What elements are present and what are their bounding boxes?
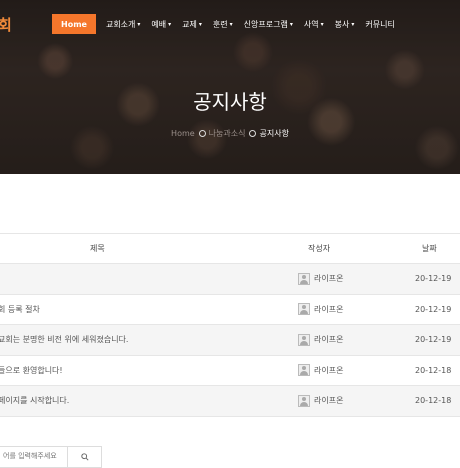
post-author: 라이프온 [298,325,343,355]
user-avatar-icon [298,303,310,316]
post-title-link[interactable]: 들으로 환영합니다! [0,356,63,386]
post-date: 20-12-19 [415,274,452,284]
author-name: 라이프온 [314,396,344,406]
search-input[interactable] [0,447,69,465]
user-avatar-icon [298,333,310,346]
author-name: 라이프온 [314,304,344,314]
nav-label: 교제 [182,19,197,29]
table-row[interactable]: 들으로 환영합니다! 라이프온 20-12-18 [0,356,460,386]
breadcrumb-home-link[interactable]: Home [171,129,195,138]
column-header-title: 제목 [90,244,105,253]
post-author: 라이프온 [298,356,343,386]
site-logo[interactable]: 회 [0,14,12,35]
post-author: 라이프온 [298,295,343,325]
nav-item-training[interactable]: 훈련 ▾ [213,19,233,30]
notice-table: 제목 작성자 날짜 라이프온 20-12-19 회 등록 절차 라이프온 20-… [0,233,460,417]
nav-item-ministry[interactable]: 사역 ▾ [304,19,324,30]
search-button[interactable] [67,447,102,467]
chevron-down-icon: ▾ [198,20,202,28]
table-row[interactable]: 회 등록 절차 라이프온 20-12-19 [0,295,460,325]
breadcrumb-section-link[interactable]: 나눔과소식 [209,129,246,138]
nav-item-service[interactable]: 봉사 ▾ [335,19,355,30]
author-name: 라이프온 [314,365,344,375]
post-author: 라이프온 [298,386,343,416]
post-date: 20-12-19 [415,335,452,345]
chevron-down-icon: ▾ [229,20,233,28]
nav-label: 사역 [303,19,319,29]
table-header-row: 제목 작성자 날짜 [0,233,460,264]
post-title-link[interactable]: 회 등록 절차 [0,295,40,325]
nav-label: 교회소개 [105,19,136,29]
circle-separator-icon [249,130,257,137]
post-date: 20-12-18 [415,365,452,375]
table-row[interactable]: 라이프온 20-12-19 [0,264,460,295]
nav-label: 신앙프로그램 [243,19,288,29]
nav-label: Home [61,19,87,29]
breadcrumb: Home 나눔과소식 공지사항 [0,128,460,139]
chevron-down-icon: ▾ [137,20,141,28]
post-date: 20-12-18 [415,396,452,406]
chevron-down-icon: ▾ [320,20,324,28]
nav-label: 훈련 [212,19,228,29]
nav-item-worship[interactable]: 예배 ▾ [151,19,171,30]
post-title-link[interactable]: 교회는 분명한 비전 위에 세워졌습니다. [0,325,128,355]
nav-item-home[interactable]: Home [52,14,96,34]
chevron-down-icon: ▾ [289,20,293,28]
board-search [0,446,102,468]
post-author: 라이프온 [298,264,343,294]
nav-item-fellowship[interactable]: 교제 ▾ [182,19,202,30]
page-banner: 회 Home 교회소개 ▾ 예배 ▾ 교제 ▾ 훈련 ▾ 신앙프로그램 ▾ 사역 ▾ 봉사 ▾… [0,0,460,174]
circle-separator-icon [198,130,206,137]
user-avatar-icon [298,364,310,377]
author-name: 라이프온 [314,274,344,284]
table-row[interactable]: 교회는 분명한 비전 위에 세워졌습니다. 라이프온 20-12-19 [0,325,460,356]
user-avatar-icon [298,272,310,285]
breadcrumb-current: 공지사항 [259,129,289,138]
chevron-down-icon: ▾ [168,20,172,28]
column-header-author: 작성자 [308,244,331,253]
nav-label: 커뮤니티 [365,19,395,29]
nav-label: 봉사 [334,19,350,29]
chevron-down-icon: ▾ [351,20,355,28]
post-date: 20-12-19 [415,304,452,314]
post-title-link[interactable]: 페이지를 시작합니다. [0,386,69,416]
user-avatar-icon [298,394,310,407]
page-title: 공지사항 [193,90,267,114]
table-row[interactable]: 페이지를 시작합니다. 라이프온 20-12-18 [0,386,460,417]
main-nav: Home 교회소개 ▾ 예배 ▾ 교제 ▾ 훈련 ▾ 신앙프로그램 ▾ 사역 ▾ 봉사 ▾ 커… [52,14,406,34]
author-name: 라이프온 [314,335,344,345]
column-header-date: 날짜 [422,244,437,253]
nav-label: 예배 [151,19,167,29]
nav-item-faith-program[interactable]: 신앙프로그램 ▾ [244,19,293,30]
nav-item-community[interactable]: 커뮤니티 [365,19,394,30]
nav-item-church-intro[interactable]: 교회소개 ▾ [106,19,140,30]
